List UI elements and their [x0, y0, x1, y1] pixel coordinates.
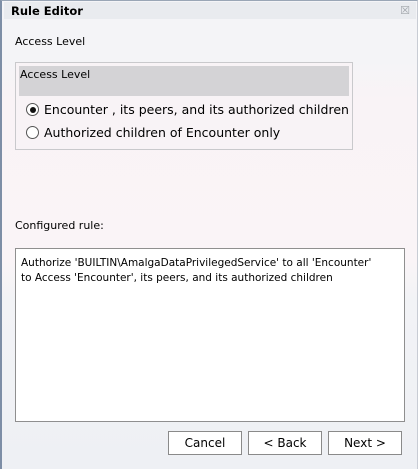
radio-unselected-icon: [26, 126, 39, 139]
access-level-label: Access Level: [15, 35, 86, 48]
cancel-button[interactable]: Cancel: [168, 431, 242, 455]
group-header: Access Level: [19, 66, 349, 96]
configured-rule-textarea[interactable]: Authorize 'BUILTIN\AmalgaDataPrivilegedS…: [15, 248, 405, 422]
close-icon[interactable]: ☒: [400, 4, 410, 17]
next-button[interactable]: Next >: [328, 431, 402, 455]
radio-label: Encounter , its peers, and its authorize…: [44, 102, 349, 117]
radio-label: Authorized children of Encounter only: [44, 125, 281, 140]
radio-encounter-peers-children[interactable]: Encounter , its peers, and its authorize…: [26, 102, 349, 117]
back-button[interactable]: < Back: [248, 431, 322, 455]
window-title: Rule Editor: [11, 4, 83, 18]
radio-authorized-children-only[interactable]: Authorized children of Encounter only: [26, 125, 280, 140]
radio-selected-icon: [26, 103, 39, 116]
configured-rule-label: Configured rule:: [15, 219, 104, 232]
access-level-group: Access Level Encounter , its peers, and …: [15, 62, 353, 150]
title-bar: Rule Editor ☒: [4, 2, 416, 19]
